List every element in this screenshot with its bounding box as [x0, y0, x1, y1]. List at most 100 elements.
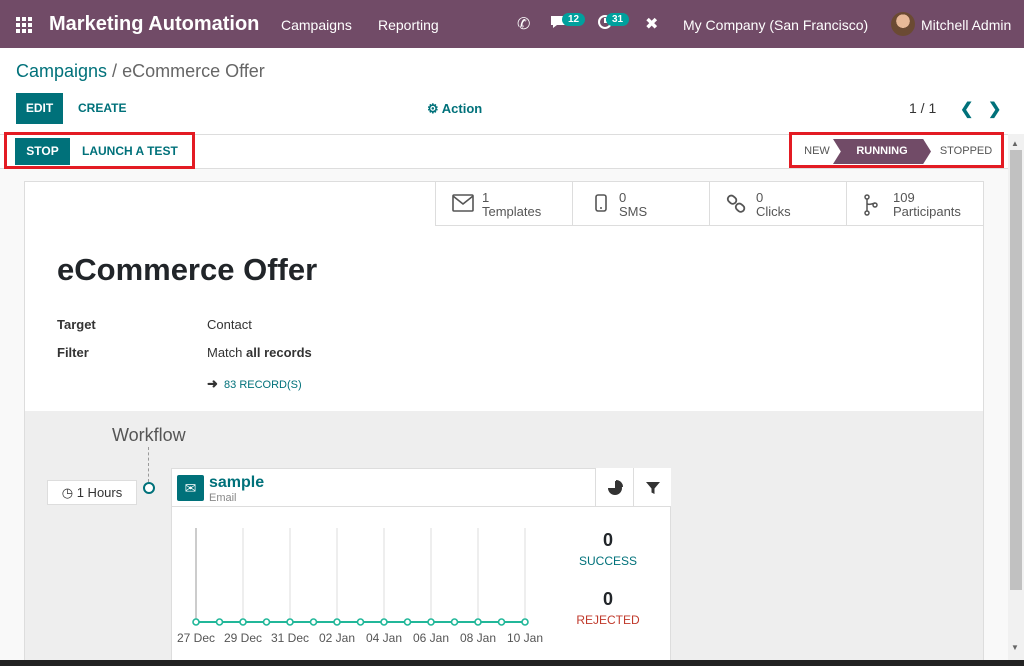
stage-new[interactable]: NEW [796, 139, 838, 164]
chart-tick-label: 10 Jan [507, 631, 543, 645]
sms-count: 0 [619, 190, 627, 205]
gear-icon: ⚙ [427, 101, 439, 116]
participants-stat-button[interactable]: 109 Participants [846, 181, 983, 226]
user-menu[interactable]: Mitchell Admin [921, 17, 1011, 33]
chart-point [192, 618, 200, 626]
templates-stat-button[interactable]: 1 Templates [435, 181, 572, 226]
launch-test-button[interactable]: LAUNCH A TEST [74, 138, 186, 165]
company-switcher[interactable]: My Company (San Francisco) [683, 17, 868, 33]
trigger-interval[interactable]: ◷ 1 Hours [47, 480, 137, 505]
records-link[interactable]: ➜ 83 RECORD(S) [207, 376, 302, 392]
templates-count: 1 [482, 190, 490, 205]
breadcrumb-campaigns-link[interactable]: Campaigns [16, 61, 107, 81]
target-label: Target [57, 317, 96, 332]
chart-tick-label: 31 Dec [271, 631, 309, 645]
top-navbar: Marketing Automation Campaigns Reporting… [0, 0, 1024, 48]
clicks-stat-button[interactable]: 0 Clicks [709, 181, 846, 226]
code-fork-icon [863, 194, 879, 221]
workflow-connector [148, 447, 149, 482]
filter-value: Match all records [207, 345, 312, 360]
target-value: Contact [207, 317, 252, 332]
activity-name[interactable]: sample [209, 474, 264, 492]
chart-point [497, 618, 506, 626]
chart-tick-label: 06 Jan [413, 631, 449, 645]
app-title[interactable]: Marketing Automation [49, 13, 259, 36]
messages-badge: 12 [562, 13, 586, 26]
chart-tick-label: 29 Dec [224, 631, 262, 645]
edit-button[interactable]: EDIT [16, 93, 63, 124]
participants-count: 109 [893, 190, 915, 205]
activity-chart: 27 Dec 29 Dec 31 Dec 02 Jan 04 Jan 06 Jan 08 J… [177, 528, 543, 645]
debug-tools-icon[interactable]: ✖ [645, 14, 658, 34]
records-count-label: 83 RECORD(S) [224, 379, 302, 391]
chart-tick-label: 04 Jan [366, 631, 402, 645]
create-button[interactable]: CREATE [70, 93, 134, 124]
chart-point [333, 618, 341, 626]
filter-prefix: Match [207, 345, 247, 360]
mobile-icon [595, 194, 607, 217]
chart-point [239, 618, 247, 626]
campaign-title: eCommerce Offer [57, 252, 318, 287]
clicks-count: 0 [756, 190, 764, 205]
trigger-interval-label: 1 Hours [76, 485, 123, 500]
user-avatar[interactable] [891, 12, 915, 36]
activities-badge: 31 [606, 13, 630, 26]
clicks-label: Clicks [756, 204, 791, 219]
chart-point [309, 618, 318, 626]
chart-point [427, 618, 435, 626]
stage-stopped[interactable]: STOPPED [932, 139, 1000, 164]
clock-icon: ◷ [61, 485, 74, 500]
success-count: 0 [602, 530, 613, 550]
chart-point [380, 618, 388, 626]
menu-campaigns[interactable]: Campaigns [281, 17, 352, 33]
stage-running[interactable]: RUNNING [833, 139, 931, 164]
chevron-right-icon[interactable]: ❯ [988, 99, 1001, 119]
pager-value[interactable]: 1 / 1 [909, 100, 936, 116]
envelope-icon [452, 194, 474, 217]
chart-point [286, 618, 294, 626]
breadcrumb-current: eCommerce Offer [122, 61, 265, 81]
sms-label: SMS [619, 204, 648, 219]
filter-label: Filter [57, 345, 89, 360]
rejected-label: REJECTED [576, 613, 640, 627]
stop-button[interactable]: STOP [15, 138, 70, 165]
chart-tick-label: 27 Dec [177, 631, 215, 645]
menu-reporting[interactable]: Reporting [378, 17, 439, 33]
participants-label: Participants [893, 204, 961, 219]
apps-menu-icon[interactable] [16, 17, 32, 33]
chevron-left-icon[interactable]: ❮ [960, 99, 973, 119]
rejected-count: 0 [602, 589, 613, 609]
link-icon [726, 194, 748, 219]
scroll-up-icon[interactable]: ▲ [1011, 139, 1019, 148]
chart-point [403, 618, 412, 626]
action-dropdown[interactable]: ⚙ Action [427, 101, 482, 117]
filter-icon[interactable] [633, 468, 671, 507]
arrow-right-icon: ➜ [207, 376, 218, 391]
scroll-down-icon[interactable]: ▼ [1011, 643, 1019, 652]
chart-point [450, 618, 459, 626]
filter-domain: all records [246, 345, 312, 360]
phone-icon[interactable]: ✆ [517, 14, 530, 34]
chart-tick-label: 08 Jan [460, 631, 496, 645]
action-label: Action [441, 101, 483, 116]
bottom-bar [0, 660, 1024, 666]
breadcrumb-separator: / [107, 61, 123, 81]
success-label: SUCCESS [578, 554, 637, 568]
chart-point [356, 618, 365, 626]
chart-point [262, 618, 271, 626]
chart-point [474, 618, 482, 626]
chart-point [521, 618, 529, 626]
templates-label: Templates [482, 204, 542, 219]
workflow-node-dot [143, 482, 155, 494]
chart-tick-label: 02 Jan [319, 631, 355, 645]
workflow-title: Workflow [112, 425, 186, 445]
pie-chart-icon[interactable] [595, 468, 633, 507]
smart-button-box: 1 Templates 0 SMS 0 Clicks 109 Participa… [435, 181, 984, 226]
activity-header-divider [171, 506, 595, 507]
envelope-icon: ✉ [177, 475, 204, 501]
scrollbar-thumb[interactable] [1010, 150, 1022, 590]
chart-point [215, 618, 224, 626]
activity-type: Email [209, 492, 237, 504]
breadcrumb: Campaigns / eCommerce Offer [16, 61, 265, 82]
sms-stat-button[interactable]: 0 SMS [572, 181, 709, 226]
